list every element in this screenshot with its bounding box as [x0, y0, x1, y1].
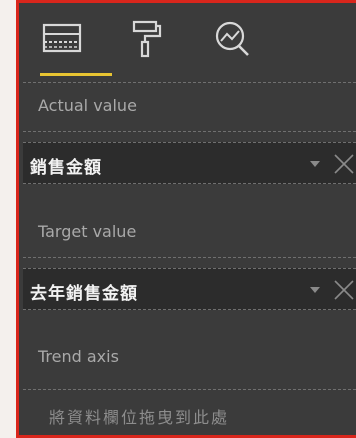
- target-value-field[interactable]: 去年銷售金額: [23, 268, 356, 310]
- close-icon[interactable]: [332, 152, 356, 176]
- trend-axis-drop-zone[interactable]: 將資料欄位拖曳到此處: [23, 389, 356, 435]
- divider: [23, 131, 356, 132]
- target-value-label: Target value: [38, 222, 137, 241]
- active-tab-indicator: [40, 73, 112, 76]
- visualizations-pane: Actual value 銷售金額 Target value 去年銷售金額 Tr…: [16, 0, 356, 438]
- chevron-down-icon[interactable]: [310, 161, 320, 167]
- tab-fields[interactable]: [42, 17, 86, 61]
- paint-roller-icon: [132, 20, 162, 58]
- tab-format[interactable]: [127, 17, 171, 61]
- actual-value-field-name: 銷售金額: [30, 158, 102, 178]
- divider: [23, 257, 356, 258]
- target-value-field-name: 去年銷售金額: [30, 284, 138, 304]
- close-icon[interactable]: [332, 278, 356, 302]
- analytics-icon: [215, 21, 249, 56]
- divider: [23, 82, 356, 83]
- trend-axis-label: Trend axis: [38, 347, 119, 366]
- drop-zone-placeholder: 將資料欄位拖曳到此處: [49, 408, 230, 427]
- actual-value-label: Actual value: [38, 96, 137, 115]
- tab-analytics[interactable]: [211, 17, 255, 61]
- pane-tabs: [19, 3, 356, 81]
- fields-icon: [42, 23, 82, 53]
- actual-value-field[interactable]: 銷售金額: [23, 142, 356, 184]
- chevron-down-icon[interactable]: [310, 287, 320, 293]
